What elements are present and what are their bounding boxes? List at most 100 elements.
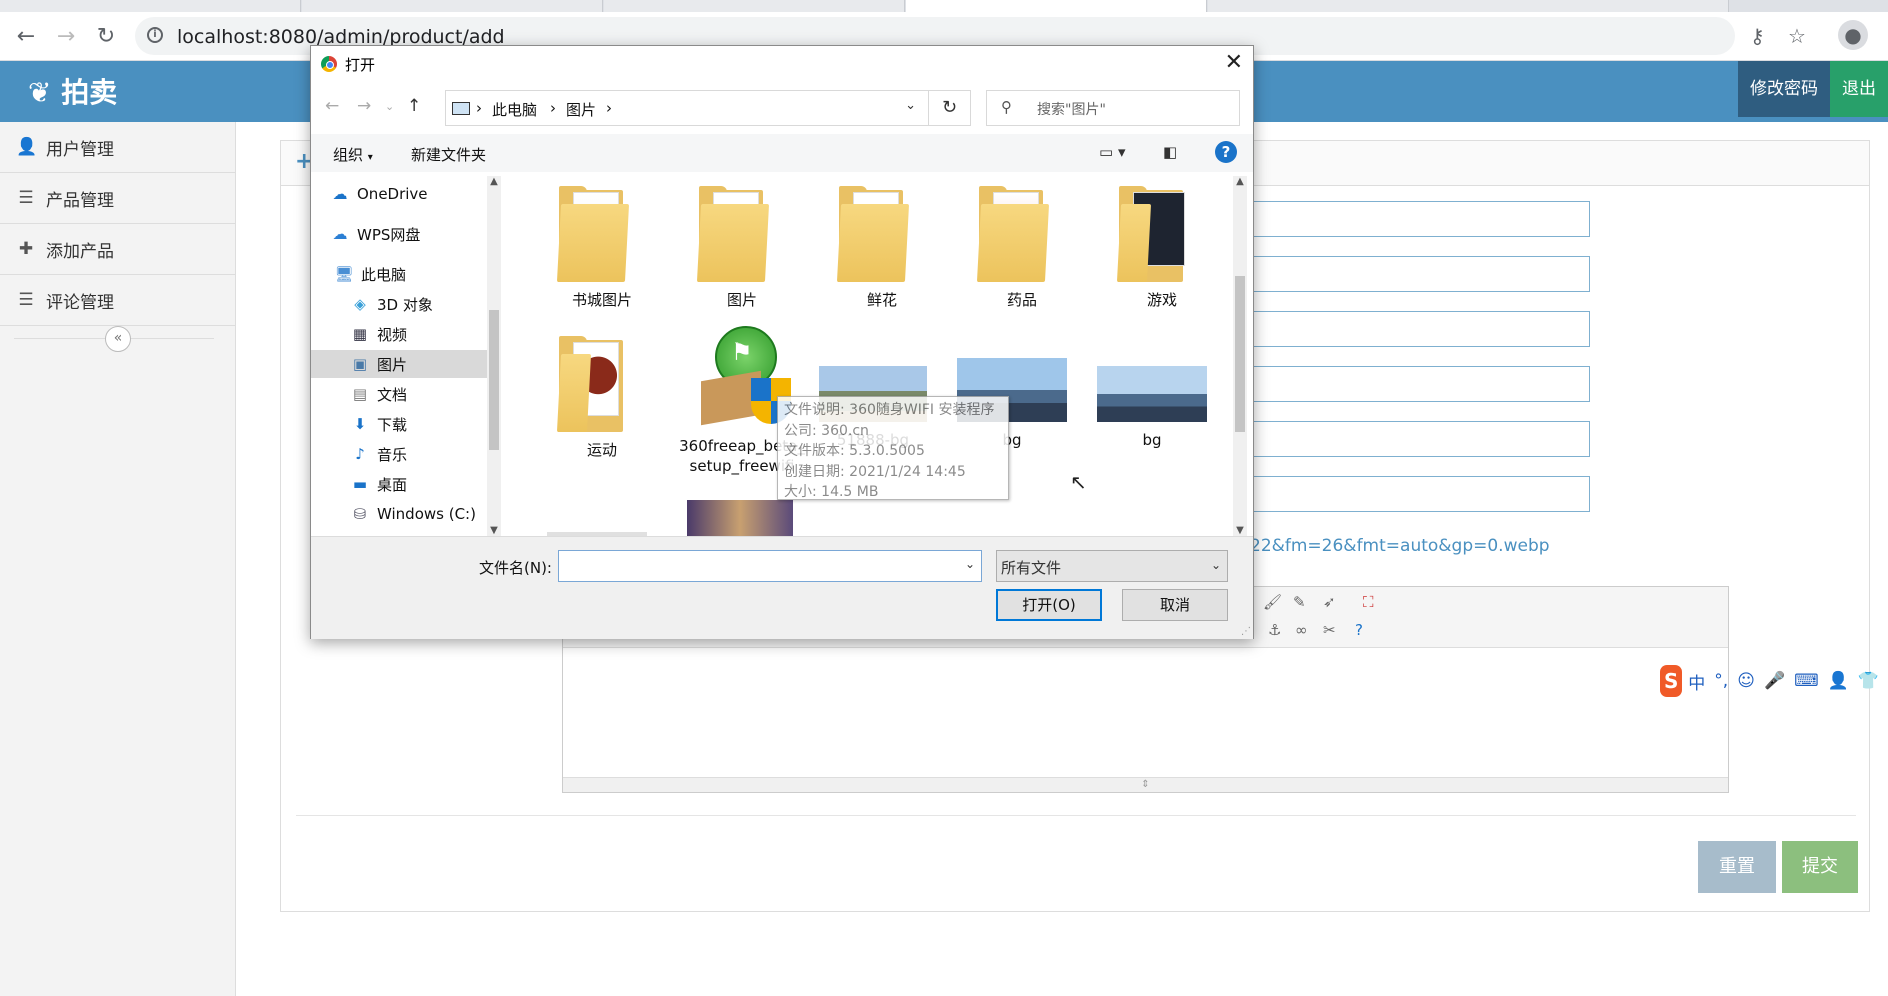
back-icon[interactable]: ← — [12, 22, 40, 50]
scroll-down-icon[interactable]: ▼ — [487, 525, 501, 536]
nav-item-this-pc[interactable]: 🖥 此电脑 — [311, 260, 489, 288]
open-button[interactable]: 打开(O) — [996, 589, 1102, 621]
nav-item-3d-objects[interactable]: ◈ 3D 对象 — [311, 290, 489, 318]
form-input[interactable] — [1250, 476, 1590, 512]
cancel-button[interactable]: 取消 — [1122, 589, 1228, 621]
forward-icon[interactable]: → — [357, 96, 371, 116]
scroll-up-icon[interactable]: ▲ — [1233, 176, 1247, 187]
nav-item-drive-c[interactable]: ⛁ Windows (C:) — [311, 500, 489, 528]
browser-tab-active[interactable] — [906, 0, 1207, 12]
form-input[interactable] — [1250, 256, 1590, 292]
nav-item-desktop[interactable]: ▬ 桌面 — [311, 470, 489, 498]
skin-icon[interactable]: 👕 — [1858, 671, 1879, 691]
ime-chinese-mode[interactable]: 中 — [1688, 669, 1705, 694]
form-input[interactable] — [1250, 201, 1590, 237]
nav-item-music[interactable]: ♪ 音乐 — [311, 440, 489, 468]
unlink-icon[interactable]: ✂ — [1323, 621, 1336, 639]
nav-item-onedrive[interactable]: ☁ OneDrive — [311, 180, 489, 208]
breadcrumb-this-pc[interactable]: 此电脑 — [492, 99, 537, 120]
new-folder-button[interactable]: 新建文件夹 — [411, 144, 486, 165]
scroll-up-icon[interactable]: ▲ — [487, 176, 501, 187]
editor-resize-handle[interactable]: ⇕ — [563, 777, 1728, 792]
chevron-down-icon[interactable]: ⌄ — [905, 98, 916, 113]
cloud-icon: ☁ — [332, 225, 348, 243]
preview-pane-icon[interactable]: ◧ — [1163, 143, 1177, 161]
organize-menu[interactable]: 组织 ▾ — [333, 144, 373, 165]
dialog-command-bar: 组织 ▾ 新建文件夹 ▭ ▾ ◧ ? — [311, 134, 1253, 172]
up-icon[interactable]: ↑ — [407, 96, 421, 116]
filename-label: 文件名(N): — [479, 559, 552, 577]
nav-item-documents[interactable]: ▤ 文档 — [311, 380, 489, 408]
refresh-icon[interactable]: ↻ — [929, 90, 971, 126]
nav-item-pictures[interactable]: ▣ 图片 — [311, 350, 489, 378]
link-icon[interactable]: ∞ — [1295, 621, 1308, 639]
view-options-icon[interactable]: ▭ ▾ — [1099, 143, 1125, 161]
browser-tab[interactable] — [302, 0, 603, 12]
search-input[interactable]: ⚲ 搜索"图片" — [986, 90, 1240, 126]
pointer-icon[interactable]: ➶ — [1323, 593, 1336, 611]
brush-icon[interactable]: 🖌 — [1263, 593, 1282, 611]
form-input[interactable] — [1250, 311, 1590, 347]
filename-input[interactable]: ⌄ — [558, 550, 982, 582]
image-thumbnail — [1097, 366, 1207, 422]
form-input[interactable] — [1250, 366, 1590, 402]
edit-icon[interactable]: ✎ — [1293, 593, 1306, 611]
folder-icon — [976, 186, 1050, 282]
file-list-scrollbar[interactable]: ▲ ▼ — [1233, 176, 1247, 536]
path-breadcrumb[interactable]: › 此电脑 › 图片 › ⌄ — [445, 90, 929, 126]
change-password-button[interactable]: 修改密码 — [1738, 61, 1830, 117]
microphone-icon[interactable]: 🎤 — [1764, 671, 1785, 691]
sidebar-item-comments[interactable]: ☰ 评论管理 — [0, 275, 235, 326]
scroll-down-icon[interactable]: ▼ — [1233, 525, 1247, 536]
nav-pane-scrollbar[interactable]: ▲ ▼ — [487, 176, 501, 536]
resize-grip-icon[interactable]: ⋰ — [1241, 626, 1251, 637]
brand-name: 拍卖 — [61, 76, 118, 109]
scrollbar-thumb[interactable] — [489, 310, 499, 450]
cloud-icon: ☁ — [332, 185, 348, 203]
keyboard-icon[interactable]: ⌨ — [1794, 671, 1819, 691]
scrollbar-thumb[interactable] — [1235, 276, 1245, 432]
mouse-cursor-icon: ↖ — [1070, 470, 1087, 494]
video-icon: ▦ — [352, 325, 368, 343]
fullscreen-icon[interactable]: ⛶ — [1363, 593, 1374, 611]
file-type-select[interactable]: 所有文件 ⌄ — [996, 550, 1228, 582]
sidebar-item-add-product[interactable]: ✚ 添加产品 — [0, 224, 235, 275]
back-icon[interactable]: ← — [325, 96, 339, 116]
forward-icon[interactable]: → — [52, 22, 80, 50]
site-info-icon[interactable]: i — [147, 27, 163, 43]
browser-tab[interactable] — [604, 0, 905, 12]
close-icon[interactable]: ✕ — [1225, 50, 1243, 75]
sogou-logo-icon[interactable]: S — [1660, 665, 1683, 697]
ime-punctuation[interactable]: °, — [1714, 671, 1728, 691]
form-input[interactable] — [1250, 421, 1590, 457]
help-icon[interactable]: ? — [1215, 141, 1237, 163]
logout-button[interactable]: 退出 — [1830, 61, 1888, 117]
bookmark-star-icon[interactable]: ☆ — [1788, 24, 1806, 48]
document-icon: ▤ — [352, 385, 368, 403]
key-icon[interactable]: ⚷ — [1750, 24, 1765, 48]
dialog-title-bar: 打开 ✕ — [311, 46, 1253, 82]
reload-icon[interactable]: ↻ — [92, 22, 120, 50]
sidebar-item-label: 添加产品 — [46, 241, 114, 262]
brand-logo[interactable]: ❦ 拍卖 — [28, 71, 117, 111]
profile-avatar-icon[interactable]: ● — [1838, 20, 1868, 50]
nav-item-wps[interactable]: ☁ WPS网盘 — [311, 220, 489, 248]
help-icon[interactable]: ? — [1355, 621, 1363, 639]
sidebar-item-users[interactable]: 👤 用户管理 — [0, 122, 235, 173]
smiley-icon[interactable]: ☺ — [1737, 671, 1755, 691]
anchor-icon[interactable]: ⚓ — [1268, 621, 1281, 639]
nav-item-videos[interactable]: ▦ 视频 — [311, 320, 489, 348]
collapse-sidebar-icon[interactable]: « — [105, 326, 131, 352]
image-thumbnail[interactable] — [687, 500, 793, 536]
reset-button[interactable]: 重置 — [1698, 841, 1776, 893]
search-icon: ⚲ — [1001, 98, 1012, 116]
nav-item-downloads[interactable]: ⬇ 下载 — [311, 410, 489, 438]
breadcrumb-pictures[interactable]: 图片 — [566, 99, 596, 120]
recent-dropdown-icon[interactable]: ⌄ — [385, 100, 394, 113]
submit-button[interactable]: 提交 — [1782, 841, 1858, 893]
user-settings-icon[interactable]: 👤 — [1828, 671, 1849, 691]
sidebar-item-products[interactable]: ☰ 产品管理 — [0, 173, 235, 224]
browser-tab[interactable] — [0, 0, 301, 12]
chevron-down-icon[interactable]: ⌄ — [965, 557, 975, 571]
browser-tab[interactable] — [1208, 0, 1729, 12]
